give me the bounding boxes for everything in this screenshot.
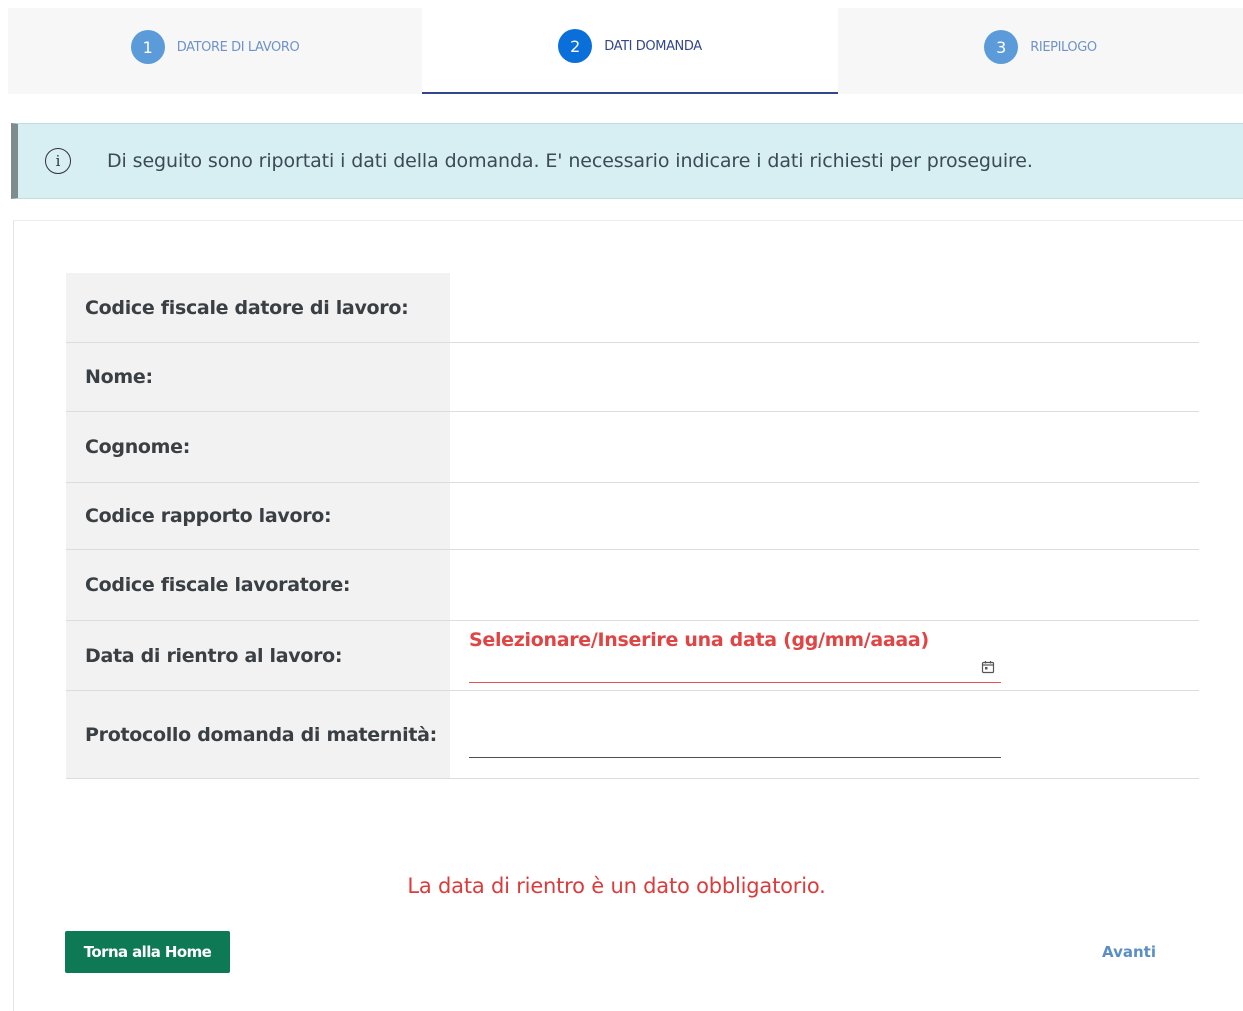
home-button[interactable]: Torna alla Home [65,931,230,973]
field-value [450,483,1199,549]
step-dati-domanda[interactable]: 2 DATI DOMANDA [422,8,838,94]
banner-message: Di seguito sono riportati i dati della d… [107,150,1033,172]
field-label: Cognome: [66,412,450,482]
step-number: 3 [984,30,1019,64]
next-button[interactable]: Avanti [1094,940,1164,964]
field-value [450,273,1199,342]
step-number: 1 [130,30,165,64]
calendar-icon[interactable] [981,660,995,674]
form-row-nome: Nome: [66,343,1199,412]
field-label: Codice fiscale lavoratore: [66,550,450,620]
form-row-protocollo: Protocollo domanda di maternità: [66,691,1199,779]
date-field-underline [469,682,1001,683]
step-riepilogo[interactable]: 3 RIEPILOGO [838,8,1243,94]
info-banner: i Di seguito sono riportati i dati della… [11,123,1243,199]
form-row-codice-fiscale-lavoratore: Codice fiscale lavoratore: [66,550,1199,621]
field-value [450,412,1199,482]
step-label: DATI DOMANDA [604,38,702,54]
step-number: 2 [558,29,593,63]
step-label: DATORE DI LAVORO [176,39,300,55]
stepper: 1 DATORE DI LAVORO 2 DATI DOMANDA 3 RIEP… [8,8,1243,94]
field-label: Codice rapporto lavoro: [66,483,450,549]
form-row-cognome: Cognome: [66,412,1199,483]
date-field-label: Selezionare/Inserire una data (gg/mm/aaa… [469,629,929,651]
field-label: Nome: [66,343,450,411]
field-label: Codice fiscale datore di lavoro: [66,273,450,342]
field-label: Data di rientro al lavoro: [66,621,450,690]
validation-error-message: La data di rientro è un dato obbligatori… [407,874,826,898]
info-icon: i [45,148,71,174]
form-table: Codice fiscale datore di lavoro: Nome: C… [66,273,1199,779]
form-row-codice-rapporto: Codice rapporto lavoro: [66,483,1199,550]
field-label: Protocollo domanda di maternità: [66,691,450,778]
protocol-input[interactable] [469,727,1001,758]
step-label: RIEPILOGO [1030,39,1097,55]
step-datore-di-lavoro[interactable]: 1 DATORE DI LAVORO [8,8,422,94]
field-value [450,550,1199,620]
return-date-input[interactable]: Selezionare/Inserire una data (gg/mm/aaa… [469,621,1001,690]
form-row-data-rientro: Data di rientro al lavoro: Selezionare/I… [66,621,1199,691]
form-row-codice-fiscale-datore: Codice fiscale datore di lavoro: [66,273,1199,343]
field-value [450,343,1199,411]
